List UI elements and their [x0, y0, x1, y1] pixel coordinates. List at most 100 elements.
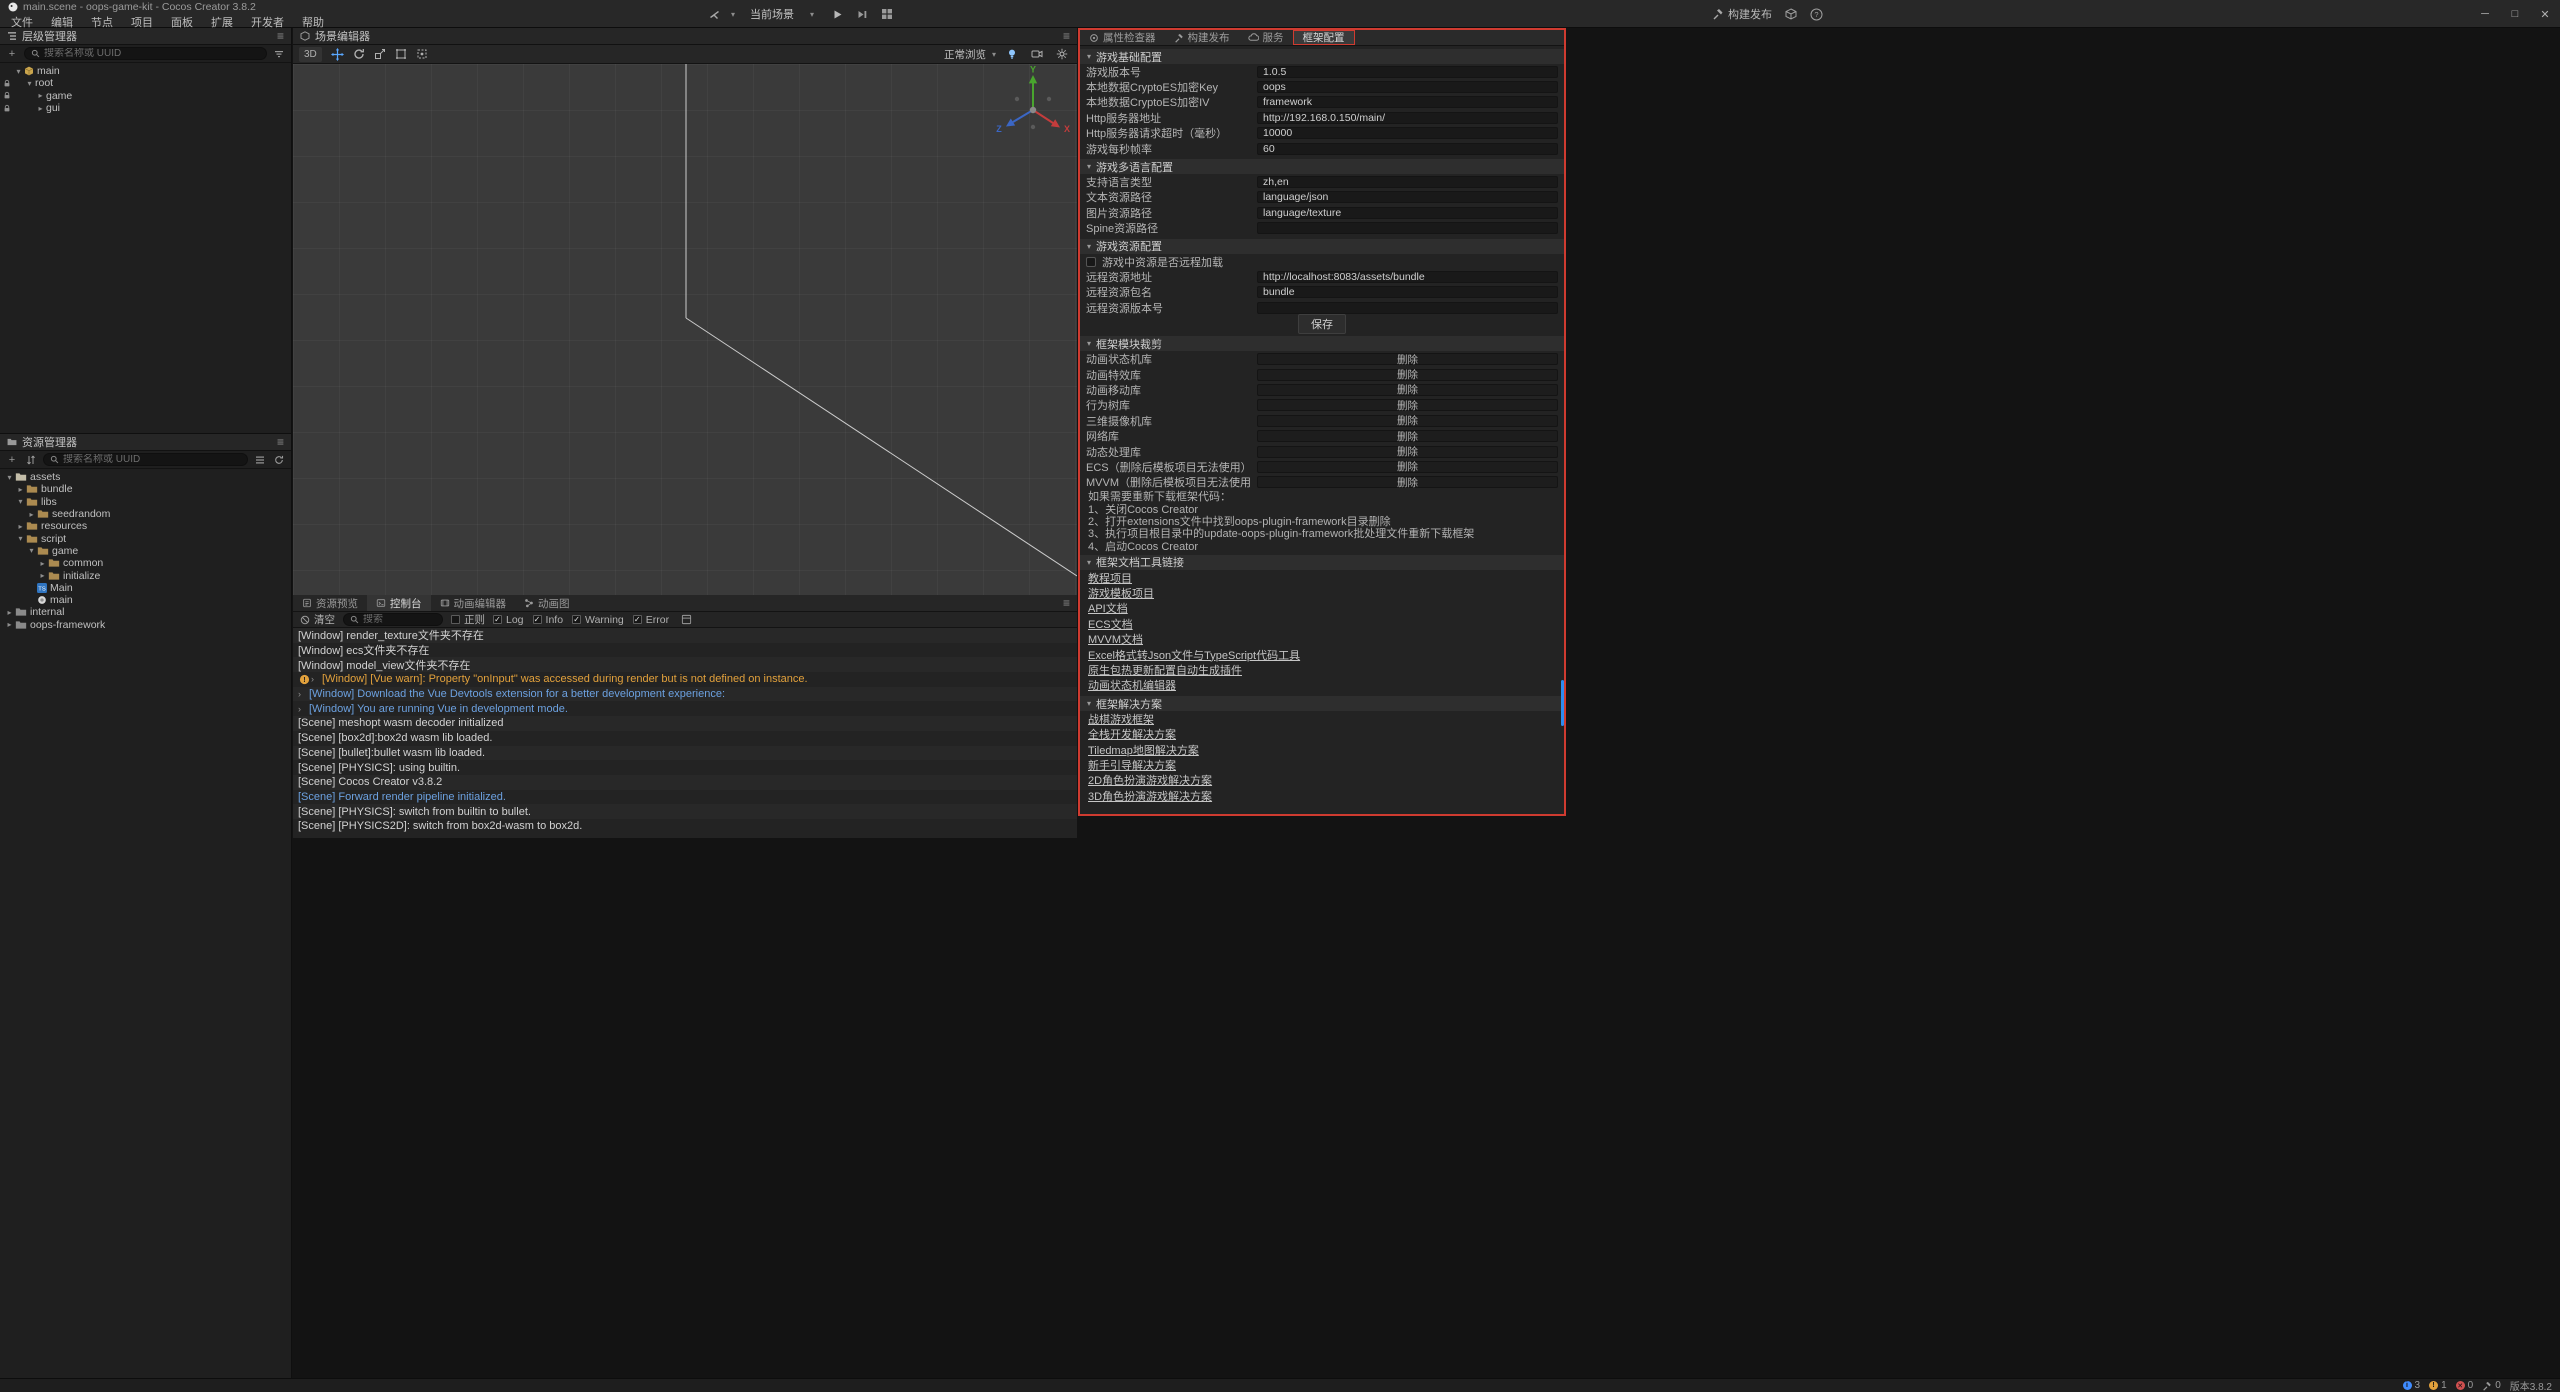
scrollbar-thumb[interactable] — [1561, 680, 1564, 726]
delete-button[interactable]: 删除 — [1257, 353, 1558, 365]
view-mode-select[interactable]: 正常浏览 ▾ — [944, 47, 996, 62]
doc-link[interactable]: ECS文档 — [1088, 616, 1133, 632]
property-input[interactable] — [1257, 207, 1558, 219]
log-row[interactable]: [Scene] [box2d]:box2d wasm lib loaded. — [293, 731, 1077, 746]
step-button[interactable] — [854, 5, 870, 23]
expand-arrow-icon[interactable]: ▸ — [4, 620, 15, 629]
close-button[interactable]: ✕ — [2530, 0, 2560, 28]
package-icon[interactable] — [1785, 8, 1797, 20]
remote-load-checkbox[interactable] — [1086, 257, 1096, 267]
scene-settings-button[interactable] — [1053, 47, 1071, 62]
log-row[interactable]: [Scene] [PHYSICS2D]: switch from box2d-w… — [293, 819, 1077, 834]
log-row[interactable]: !›[Window] [Vue warn]: Property "onInput… — [293, 672, 1077, 687]
tree-row-initialize[interactable]: ▸initialize — [0, 569, 291, 581]
property-input[interactable] — [1257, 143, 1558, 155]
filter-info[interactable]: Info — [533, 614, 564, 626]
tree-row-root[interactable]: ▾root — [0, 77, 291, 89]
collapse-arrow-icon[interactable]: ▾ — [4, 473, 15, 482]
tree-row-main[interactable]: main — [0, 594, 291, 606]
scene-selector[interactable]: 当前场景 ▾ — [744, 5, 820, 23]
doc-link[interactable]: 游戏模板项目 — [1088, 585, 1154, 601]
panel-menu-icon[interactable]: ≡ — [277, 436, 284, 448]
log-row[interactable]: [Scene] [PHYSICS]: switch from builtin t… — [293, 804, 1077, 819]
log-row[interactable]: [Scene] [PHYSICS]: using builtin. — [293, 760, 1077, 775]
expand-arrow-icon[interactable]: › — [298, 704, 309, 714]
tree-row-gui[interactable]: ▸gui — [0, 102, 291, 114]
regex-checkbox[interactable]: 正则 — [451, 612, 485, 627]
expand-arrow-icon[interactable]: ▸ — [37, 559, 48, 568]
light-toggle-button[interactable] — [1003, 47, 1021, 62]
tab-属性检查器[interactable]: 属性检查器 — [1080, 30, 1165, 45]
doc-link[interactable]: 原生包热更新配置自动生成插件 — [1088, 662, 1242, 678]
lock-icon[interactable] — [0, 79, 13, 88]
filter-error[interactable]: Error — [633, 614, 669, 626]
refresh-icon[interactable] — [272, 455, 286, 465]
tab-动画图[interactable]: 动画图 — [515, 595, 579, 611]
build-count-badge[interactable]: 0 — [2482, 1380, 2501, 1391]
property-input[interactable] — [1257, 81, 1558, 93]
expand-arrow-icon[interactable]: ▸ — [4, 608, 15, 617]
doc-link[interactable]: 3D角色扮演游戏解决方案 — [1088, 788, 1212, 804]
collapse-arrow-icon[interactable]: ▾ — [13, 67, 24, 76]
doc-link[interactable]: Excel格式转Json文件与TypeScript代码工具 — [1088, 647, 1300, 663]
scale-tool-button[interactable] — [371, 47, 389, 62]
doc-link[interactable]: Tiledmap地图解决方案 — [1088, 742, 1199, 758]
filter-log[interactable]: Log — [493, 614, 524, 626]
property-input[interactable] — [1257, 176, 1558, 188]
expand-arrow-icon[interactable]: › — [298, 689, 309, 699]
property-input[interactable] — [1257, 286, 1558, 298]
tab-服务[interactable]: 服务 — [1239, 30, 1293, 45]
move-tool-button[interactable] — [329, 47, 347, 62]
collapse-all-icon[interactable] — [253, 455, 267, 465]
add-node-button[interactable]: + — [5, 48, 19, 60]
doc-link[interactable]: 战棋游戏框架 — [1088, 711, 1154, 727]
expand-arrow-icon[interactable]: ▸ — [37, 571, 48, 580]
delete-button[interactable]: 删除 — [1257, 461, 1558, 473]
lock-icon[interactable] — [0, 104, 13, 113]
property-input[interactable] — [1257, 302, 1558, 314]
log-row[interactable]: [Scene] Forward render pipeline initiali… — [293, 790, 1077, 805]
expand-arrow-icon[interactable]: ▸ — [35, 104, 46, 113]
collapse-arrow-icon[interactable]: ▾ — [26, 546, 37, 555]
log-row[interactable]: ›[Window] Download the Vue Devtools exte… — [293, 687, 1077, 702]
tree-row-main[interactable]: ▾main — [0, 65, 291, 77]
panel-menu-icon[interactable]: ≡ — [1063, 30, 1070, 42]
doc-link[interactable]: 动画状态机编辑器 — [1088, 677, 1176, 693]
tree-row-libs[interactable]: ▾libs — [0, 496, 291, 508]
log-row[interactable]: ›[Window] You are running Vue in develop… — [293, 701, 1077, 716]
console-search[interactable] — [343, 613, 443, 626]
property-input[interactable] — [1257, 66, 1558, 78]
delete-button[interactable]: 删除 — [1257, 399, 1558, 411]
info-count-badge[interactable]: i 3 — [2403, 1380, 2421, 1391]
scene-viewport[interactable]: YXZ — [293, 64, 1077, 595]
anchor-tool-button[interactable] — [413, 47, 431, 62]
doc-link[interactable]: 全栈开发解决方案 — [1088, 726, 1176, 742]
chevron-down-icon[interactable]: ▾ — [731, 10, 735, 19]
expand-arrow-icon[interactable]: ▸ — [15, 485, 26, 494]
rect-tool-button[interactable] — [392, 47, 410, 62]
tree-row-Main[interactable]: TSMain — [0, 582, 291, 594]
property-input[interactable] — [1257, 271, 1558, 283]
collapse-arrow-icon[interactable]: ▾ — [15, 497, 26, 506]
add-asset-button[interactable]: + — [5, 454, 19, 466]
save-button[interactable]: 保存 — [1298, 314, 1346, 334]
log-row[interactable]: [Scene] Cocos Creator v3.8.2 — [293, 775, 1077, 790]
property-input[interactable] — [1257, 112, 1558, 124]
property-input[interactable] — [1257, 191, 1558, 203]
delete-button[interactable]: 删除 — [1257, 384, 1558, 396]
log-row[interactable]: [Window] render_texture文件夹不存在 — [293, 628, 1077, 643]
console-search-input[interactable] — [363, 614, 436, 625]
panel-menu-icon[interactable]: ≡ — [277, 30, 284, 42]
assets-search-input[interactable] — [63, 454, 241, 465]
hierarchy-search[interactable] — [24, 47, 267, 60]
preview-device-button[interactable] — [706, 5, 722, 23]
doc-link[interactable]: 新手引导解决方案 — [1088, 757, 1176, 773]
clear-console-button[interactable]: 清空 — [300, 612, 335, 627]
doc-link[interactable]: 教程项目 — [1088, 570, 1132, 586]
view-gizmo[interactable]: YXZ — [991, 66, 1075, 150]
tree-row-internal[interactable]: ▸internal — [0, 606, 291, 618]
rotate-tool-button[interactable] — [350, 47, 368, 62]
log-row[interactable]: [Window] ecs文件夹不存在 — [293, 643, 1077, 658]
doc-link[interactable]: MVVM文档 — [1088, 631, 1143, 647]
layout-icon[interactable] — [879, 5, 895, 23]
